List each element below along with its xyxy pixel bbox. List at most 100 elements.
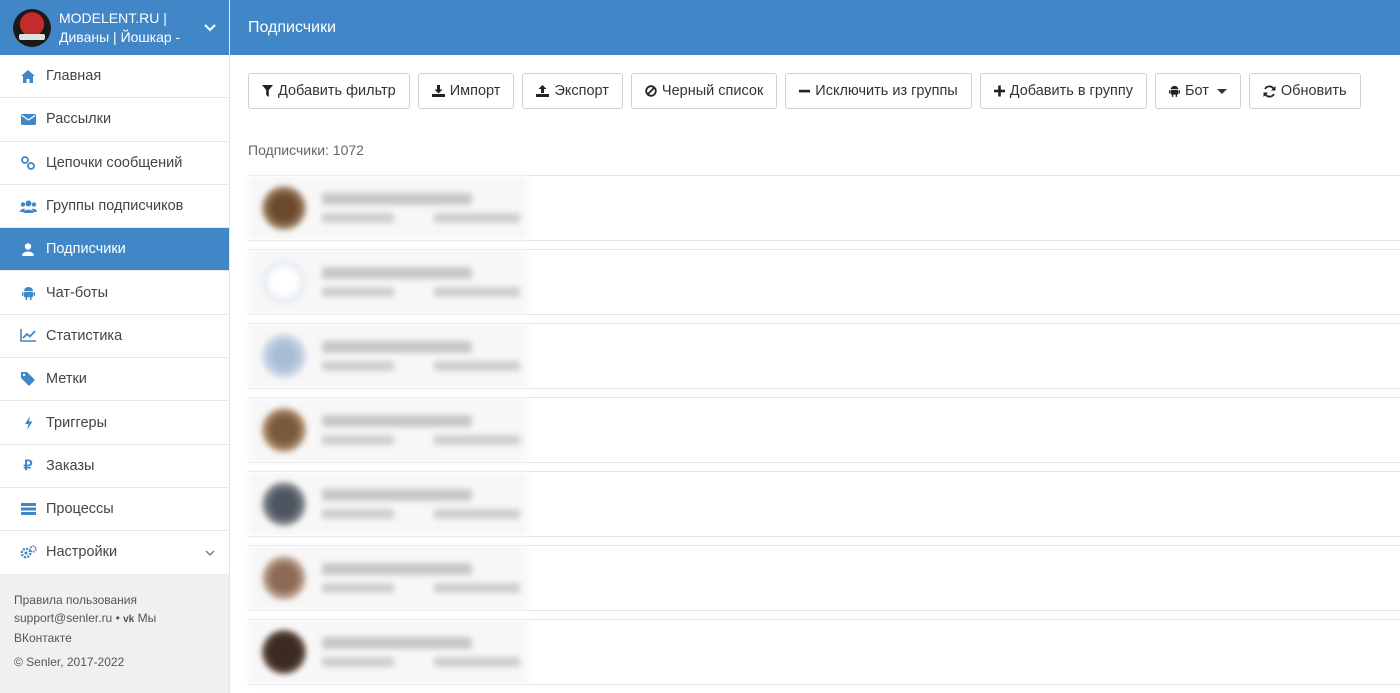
user-icon	[19, 240, 37, 258]
subscriber-card-blurred	[248, 398, 528, 462]
avatar	[262, 186, 306, 230]
sidebar-item-label: Настройки	[46, 544, 118, 561]
group-logo	[13, 8, 51, 47]
sidebar-footer: Правила пользования support@senler.ru • …	[0, 575, 229, 687]
sidebar-item-orders[interactable]: ₽ Заказы	[0, 444, 229, 488]
ruble-icon: ₽	[23, 457, 33, 474]
chart-line-icon	[19, 327, 37, 345]
list-item[interactable]	[248, 175, 1400, 241]
subscriber-card-blurred	[248, 620, 528, 684]
add-filter-label: Добавить фильтр	[278, 83, 396, 99]
sidebar-item-subscribers[interactable]: Подписчики	[0, 228, 229, 272]
toolbar: Добавить фильтр Импорт Экспорт Черный сп…	[248, 73, 1400, 109]
sidebar-item-label: Чат-боты	[46, 284, 108, 301]
avatar	[262, 556, 306, 600]
exclude-from-group-button[interactable]: Исключить из группы	[785, 73, 972, 109]
sidebar-item-label: Цепочки сообщений	[46, 154, 183, 171]
sidebar-item-label: Рассылки	[46, 111, 112, 128]
sidebar-menu: Главная Рассылки Цепочки сообщений Групп…	[0, 55, 229, 575]
plus-icon	[993, 85, 1005, 97]
sidebar-item-label: Метки	[46, 371, 87, 388]
sidebar-item-tags[interactable]: Метки	[0, 358, 229, 402]
sidebar-item-label: Триггеры	[46, 414, 108, 431]
add-to-group-button[interactable]: Добавить в группу	[979, 73, 1147, 109]
list-item[interactable]	[248, 545, 1400, 611]
list-item[interactable]	[248, 397, 1400, 463]
chevron-down-icon[interactable]	[203, 21, 217, 35]
list-item[interactable]	[248, 471, 1400, 537]
chevron-down-icon	[205, 545, 215, 559]
sidebar-item-home[interactable]: Главная	[0, 55, 229, 99]
bolt-icon	[19, 414, 37, 432]
list-item[interactable]	[248, 323, 1400, 389]
android-icon	[1168, 85, 1180, 97]
sidebar-item-label: Статистика	[46, 327, 123, 344]
envelope-icon	[19, 110, 37, 128]
copyright: © Senler, 2017-2022	[14, 654, 125, 669]
sidebar-item-label: Группы подписчиков	[46, 198, 184, 215]
group-title-line1: MODELENT.RU |	[59, 9, 167, 26]
sidebar-item-label: Главная	[46, 68, 102, 85]
subscriber-card-blurred	[248, 546, 528, 610]
caret-down-icon	[1216, 88, 1227, 94]
group-switcher[interactable]: MODELENT.RU | Диваны | Йошкар -	[0, 0, 229, 55]
home-icon	[19, 67, 37, 85]
filter-icon	[262, 85, 273, 97]
add-to-group-label: Добавить в группу	[1009, 83, 1133, 99]
sidebar-item-label: Процессы	[46, 501, 114, 518]
export-button[interactable]: Экспорт	[522, 73, 623, 109]
subscriber-card-blurred	[248, 250, 528, 314]
subscriber-card-blurred	[248, 472, 528, 536]
download-icon	[431, 85, 445, 97]
list-item[interactable]	[248, 249, 1400, 315]
refresh-button[interactable]: Обновить	[1248, 73, 1361, 109]
android-icon	[19, 284, 37, 302]
tag-icon	[19, 370, 37, 388]
link-icon	[19, 154, 37, 172]
subscriber-list	[248, 175, 1400, 693]
avatar	[262, 334, 306, 378]
blacklist-label: Черный список	[661, 83, 764, 99]
import-label: Импорт	[449, 83, 501, 99]
terms-link[interactable]: Правила пользования	[14, 591, 215, 609]
refresh-label: Обновить	[1280, 83, 1347, 99]
page-title: Подписчики	[248, 18, 337, 36]
sidebar-item-label: Подписчики	[46, 241, 126, 258]
users-icon	[19, 197, 37, 215]
sidebar-item-triggers[interactable]: Триггеры	[0, 401, 229, 445]
subscribers-count: Подписчики: 1072	[248, 142, 364, 158]
sidebar-item-mailings[interactable]: Рассылки	[0, 98, 229, 142]
cogs-icon	[19, 543, 37, 561]
add-filter-button[interactable]: Добавить фильтр	[248, 73, 410, 109]
avatar	[262, 630, 306, 674]
sidebar-item-label: Заказы	[46, 457, 95, 474]
ban-icon	[645, 85, 657, 97]
sidebar-item-processes[interactable]: Процессы	[0, 487, 229, 532]
import-button[interactable]: Импорт	[417, 73, 515, 109]
export-label: Экспорт	[554, 83, 609, 99]
sidebar-item-settings[interactable]: Настройки	[0, 531, 229, 575]
refresh-icon	[1263, 85, 1276, 98]
sidebar-item-statistics[interactable]: Статистика	[0, 314, 229, 359]
vk-icon: vk	[123, 613, 135, 625]
avatar	[262, 260, 306, 304]
bot-label: Бот	[1184, 83, 1209, 99]
avatar	[262, 408, 306, 452]
avatar	[262, 482, 306, 526]
group-title: MODELENT.RU | Диваны | Йошкар -	[59, 9, 203, 47]
sidebar-item-chatbots[interactable]: Чат-боты	[0, 271, 229, 315]
blacklist-button[interactable]: Черный список	[630, 73, 778, 109]
upload-icon	[536, 85, 550, 97]
footer-separator: •	[115, 610, 120, 625]
tasks-icon	[19, 500, 37, 518]
sidebar-item-chains[interactable]: Цепочки сообщений	[0, 141, 229, 185]
sidebar-item-groups[interactable]: Группы подписчиков	[0, 184, 229, 229]
bot-dropdown-button[interactable]: Бот	[1154, 73, 1241, 109]
list-item[interactable]	[248, 619, 1400, 685]
exclude-label: Исключить из группы	[815, 83, 958, 99]
page-header: Подписчики	[230, 0, 1400, 55]
subscriber-card-blurred	[248, 324, 528, 388]
group-title-line2: Диваны | Йошкар -	[59, 28, 181, 45]
minus-icon	[799, 85, 811, 97]
support-email-link[interactable]: support@senler.ru	[14, 611, 112, 625]
